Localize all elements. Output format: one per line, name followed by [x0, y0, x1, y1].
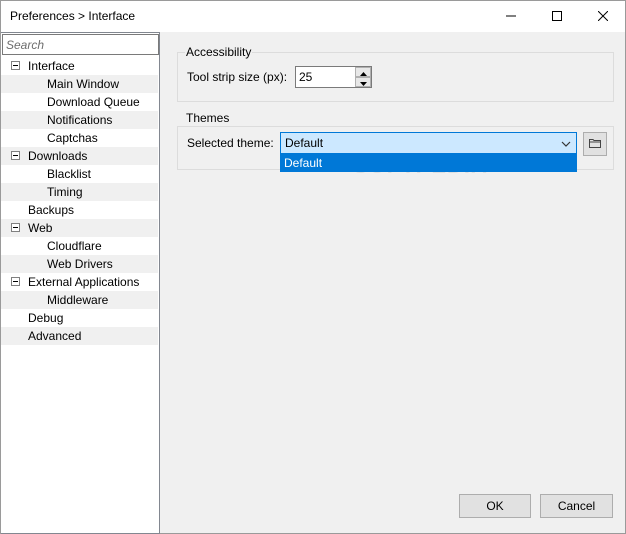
tree-item-label: Notifications	[47, 113, 113, 127]
stepper-buttons	[355, 67, 371, 87]
theme-select-value: Default	[285, 136, 324, 150]
tree-item-external-applications[interactable]: External Applications	[1, 273, 158, 291]
close-icon	[597, 10, 609, 24]
tree-item-blacklist[interactable]: Blacklist	[1, 165, 158, 183]
tree-item-label: External Applications	[28, 275, 140, 289]
chevron-down-icon	[560, 138, 572, 148]
settings-sidebar: Interface Main Window Download Queue Not…	[1, 32, 160, 534]
tool-strip-size-stepper[interactable]: 25	[295, 66, 372, 88]
preferences-window: Preferences > Interface Interface	[0, 0, 626, 534]
tree-item-notifications[interactable]: Notifications	[1, 111, 158, 129]
tree-item-timing[interactable]: Timing	[1, 183, 158, 201]
tree-item-download-queue[interactable]: Download Queue	[1, 93, 158, 111]
tree-item-label: Captchas	[47, 131, 98, 145]
minimize-button[interactable]	[488, 1, 534, 32]
theme-dropdown-list: Default	[280, 154, 577, 172]
browse-theme-button[interactable]	[583, 132, 607, 156]
close-button[interactable]	[580, 1, 626, 32]
collapse-icon[interactable]	[11, 277, 20, 286]
tree-item-captchas[interactable]: Captchas	[1, 129, 158, 147]
stepper-down-button[interactable]	[355, 77, 371, 87]
maximize-icon	[552, 10, 562, 24]
collapse-icon[interactable]	[11, 151, 20, 160]
tree-item-cloudflare[interactable]: Cloudflare	[1, 237, 158, 255]
tree-item-label: Blacklist	[47, 167, 92, 181]
tree-item-label: Backups	[28, 203, 75, 217]
ok-button-label: OK	[486, 499, 504, 513]
tree-item-debug[interactable]: Debug	[1, 309, 158, 327]
settings-panel: Accessibility Tool strip size (px): 25 T…	[160, 32, 625, 534]
ok-button[interactable]: OK	[459, 494, 531, 518]
tree-item-label: Cloudflare	[47, 239, 102, 253]
tree-item-downloads[interactable]: Downloads	[1, 147, 158, 165]
search-box[interactable]	[2, 34, 159, 55]
tree-item-main-window[interactable]: Main Window	[1, 75, 158, 93]
tree-item-interface[interactable]: Interface	[1, 57, 158, 75]
tree-item-web-drivers[interactable]: Web Drivers	[1, 255, 158, 273]
tool-strip-size-label: Tool strip size (px):	[187, 70, 288, 84]
minimize-icon	[506, 10, 516, 24]
tree-item-label: Downloads	[28, 149, 88, 163]
title-bar: Preferences > Interface	[1, 1, 625, 32]
collapse-icon[interactable]	[11, 61, 20, 70]
tree-item-label: Interface	[28, 59, 75, 73]
theme-select[interactable]: Default	[280, 132, 577, 154]
search-input[interactable]	[3, 35, 158, 54]
tree-item-label: Debug	[28, 311, 64, 325]
accessibility-group-title: Accessibility	[185, 45, 253, 59]
cancel-button[interactable]: Cancel	[540, 494, 613, 518]
tree-item-label: Web Drivers	[47, 257, 113, 271]
maximize-button[interactable]	[534, 1, 580, 32]
tree-item-backups[interactable]: Backups	[1, 201, 158, 219]
cancel-button-label: Cancel	[557, 499, 596, 513]
tree-item-web[interactable]: Web	[1, 219, 158, 237]
tool-strip-size-value[interactable]: 25	[299, 70, 312, 84]
tree-item-label: Middleware	[47, 293, 109, 307]
folder-icon	[589, 137, 601, 151]
selected-theme-label: Selected theme:	[187, 136, 274, 150]
theme-option[interactable]: Default	[284, 156, 322, 170]
caret-down-icon	[359, 75, 367, 89]
tree-item-label: Download Queue	[47, 95, 140, 109]
settings-tree: Interface Main Window Download Queue Not…	[1, 57, 158, 345]
tree-item-middleware[interactable]: Middleware	[1, 291, 158, 309]
collapse-icon[interactable]	[11, 223, 20, 232]
tree-item-label: Timing	[47, 185, 83, 199]
tree-item-advanced[interactable]: Advanced	[1, 327, 158, 345]
tree-item-label: Advanced	[28, 329, 82, 343]
window-title: Preferences > Interface	[10, 9, 136, 23]
tree-item-label: Web	[28, 221, 53, 235]
themes-group-title: Themes	[185, 111, 231, 125]
tree-item-label: Main Window	[47, 77, 120, 91]
